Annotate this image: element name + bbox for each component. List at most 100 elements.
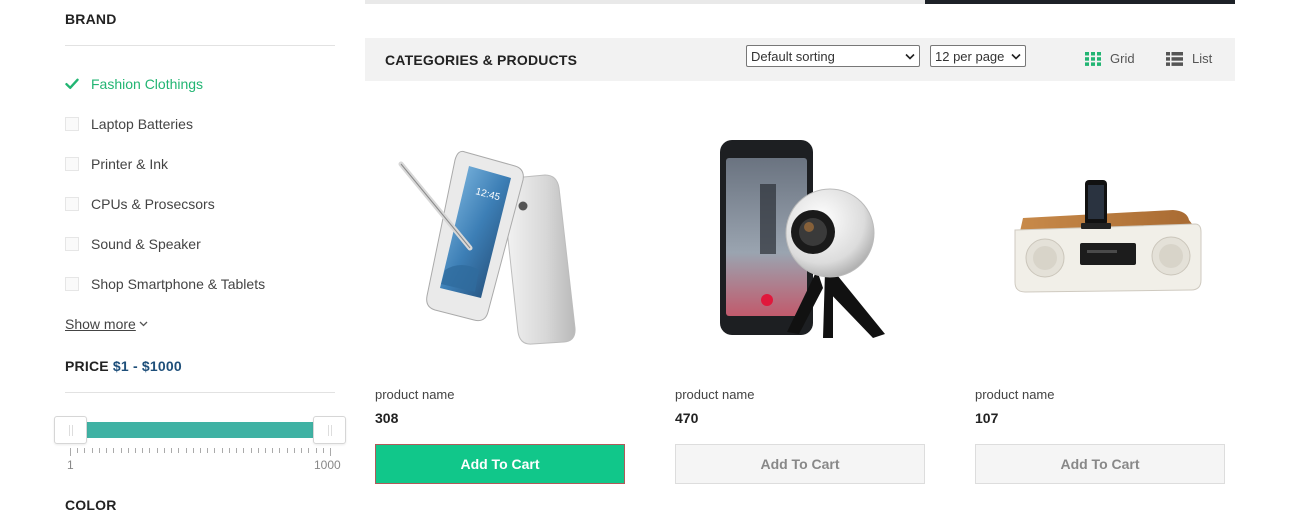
per-page-select-value: 12 per page [935, 48, 1005, 64]
color-title: COLOR [65, 497, 117, 513]
slider-tick [286, 448, 288, 453]
filter-sidebar: BRAND Fashion Clothings Laptop Batteries… [0, 0, 350, 517]
checkbox[interactable] [65, 237, 79, 251]
slider-tick [315, 448, 317, 453]
smartphone-with-stylus-icon: 12:45 [398, 150, 576, 345]
slider-tick [178, 448, 180, 453]
product-image-speaker-dock[interactable] [975, 120, 1225, 360]
brand-label: Printer & Ink [91, 156, 169, 172]
slider-range-fill [87, 422, 313, 438]
slider-tick [142, 448, 144, 453]
checkbox[interactable] [65, 157, 79, 171]
slider-tick [221, 448, 223, 453]
product-image-phone-camera[interactable] [675, 120, 925, 360]
slider-ticks [70, 448, 331, 456]
brand-item-printer-ink[interactable]: Printer & Ink [65, 144, 345, 184]
slider-tick [308, 448, 310, 453]
slider-handle-max[interactable] [313, 416, 346, 444]
slider-tick [113, 448, 115, 453]
products-toolbar: CATEGORIES & PRODUCTS Default sorting 12… [365, 38, 1235, 81]
slider-tick [77, 448, 79, 453]
product-name[interactable]: product name [975, 387, 1055, 402]
slider-tick [98, 448, 100, 453]
brand-label: Shop Smartphone & Tablets [91, 276, 266, 292]
brand-item-sound-speaker[interactable]: Sound & Speaker [65, 224, 345, 264]
show-more-label: Show more [65, 316, 136, 332]
checkbox[interactable] [65, 197, 79, 211]
brand-label: CPUs & Prosecsors [91, 196, 215, 212]
chevron-down-icon [139, 321, 148, 327]
brand-label: Fashion Clothings [91, 76, 204, 92]
slider-min-label: 1 [67, 458, 74, 472]
brand-item-cpus-processors[interactable]: CPUs & Prosecsors [65, 184, 345, 224]
price-slider[interactable]: 1 1000 [54, 416, 346, 476]
price-title-label: PRICE [65, 358, 109, 374]
brand-label: Laptop Batteries [91, 116, 193, 132]
slider-tick [243, 448, 245, 453]
checkbox[interactable] [65, 277, 79, 291]
slider-tick [200, 448, 201, 453]
slider-max-label: 1000 [314, 458, 341, 472]
slider-tick [228, 448, 230, 453]
chevron-down-icon [905, 53, 915, 60]
banner-strip [365, 0, 1235, 4]
product-price: 308 [375, 410, 399, 426]
product-name[interactable]: product name [675, 387, 755, 402]
brand-item-fashion-clothings[interactable]: Fashion Clothings [65, 64, 345, 104]
divider [65, 45, 335, 46]
slider-track[interactable] [66, 422, 334, 438]
slider-tick [301, 448, 303, 453]
add-to-cart-button[interactable]: Add To Cart [375, 444, 625, 484]
list-view-button[interactable]: List [1166, 51, 1212, 66]
slider-tick [106, 448, 108, 453]
slider-handle-min[interactable] [54, 416, 87, 444]
slider-tick [257, 448, 259, 453]
list-icon [1166, 51, 1183, 66]
slider-tick [250, 448, 252, 453]
banner-dark-segment [925, 0, 1235, 4]
slider-tick [236, 448, 238, 453]
brand-label: Sound & Speaker [91, 236, 201, 252]
grid-view-label: Grid [1110, 51, 1135, 66]
slider-tick [330, 448, 331, 456]
product-price: 107 [975, 410, 999, 426]
price-title: PRICE $1 - $1000 [65, 358, 182, 374]
grid-view-button[interactable]: Grid [1085, 51, 1135, 66]
slider-tick [127, 448, 129, 453]
add-to-cart-button[interactable]: Add To Cart [975, 444, 1225, 484]
slider-tick [149, 448, 151, 453]
slider-tick [322, 448, 324, 453]
slider-tick [293, 448, 295, 453]
product-image-smartphone[interactable]: 12:45 [375, 120, 625, 360]
slider-tick [156, 448, 158, 453]
product-name[interactable]: product name [375, 387, 455, 402]
brand-item-laptop-batteries[interactable]: Laptop Batteries [65, 104, 345, 144]
slider-tick [84, 448, 86, 453]
slider-tick [207, 448, 209, 453]
slider-tick [70, 448, 71, 456]
add-to-cart-button[interactable]: Add To Cart [675, 444, 925, 484]
phone-with-360-camera-icon [720, 140, 885, 338]
grid-icon [1085, 51, 1101, 66]
sort-select-value: Default sorting [751, 48, 835, 64]
slider-tick [135, 448, 136, 453]
slider-tick [120, 448, 122, 453]
product-card: 12:45 product name 308 Add To Cart [375, 120, 625, 484]
checkbox[interactable] [65, 117, 79, 131]
slider-tick [192, 448, 194, 453]
checkmark-icon[interactable] [65, 77, 79, 91]
slider-tick [91, 448, 93, 453]
slider-tick [171, 448, 173, 453]
slider-tick [185, 448, 187, 453]
show-more-link[interactable]: Show more [65, 316, 148, 332]
product-card: product name 470 Add To Cart [675, 120, 925, 484]
per-page-select[interactable]: 12 per page [930, 45, 1026, 67]
sort-select[interactable]: Default sorting [746, 45, 920, 67]
brand-item-smartphone-tablets[interactable]: Shop Smartphone & Tablets [65, 264, 345, 304]
slider-tick [214, 448, 216, 453]
speaker-dock-icon [1014, 180, 1202, 293]
product-price: 470 [675, 410, 699, 426]
slider-tick [265, 448, 266, 453]
product-card: product name 107 Add To Cart [975, 120, 1225, 484]
price-range-value: $1 - $1000 [112, 358, 182, 374]
